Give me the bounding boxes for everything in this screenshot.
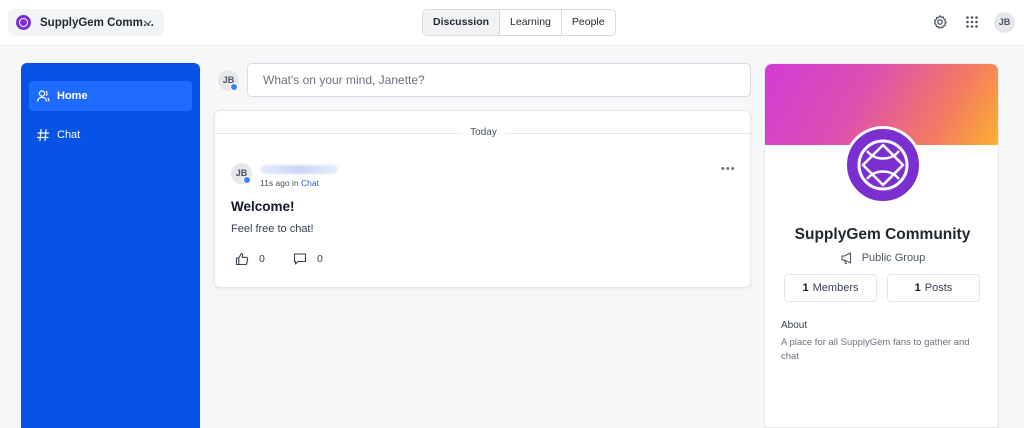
section-tabs: Discussion Learning People [422, 9, 616, 36]
community-logo-icon [16, 15, 31, 30]
like-count: 0 [259, 253, 265, 265]
post-body: Feel free to chat! [231, 223, 314, 235]
post-title: Welcome! [231, 199, 295, 214]
more-options-icon[interactable]: ••• [721, 163, 736, 175]
apps-grid-icon[interactable] [964, 14, 980, 30]
post-in-label: in [292, 178, 299, 188]
posts-label: Posts [924, 282, 953, 294]
composer-avatar: JB [218, 70, 239, 91]
author-name-redacted [260, 165, 338, 174]
posts-stat[interactable]: 1 Posts [887, 274, 980, 302]
post-author-avatar[interactable]: JB [231, 163, 252, 184]
top-bar: SupplyGem Comm… Discussion Learning Peop… [0, 0, 1024, 46]
online-status-dot [230, 83, 238, 91]
feed-card: Today JB 11s ago in Chat ••• Welcome! Fe… [214, 110, 752, 288]
community-logo [844, 126, 922, 204]
gear-icon[interactable] [932, 14, 948, 30]
comment-button[interactable]: 0 [293, 252, 323, 266]
comment-icon [293, 253, 307, 265]
hashtag-icon [36, 128, 50, 142]
members-count: 1 [802, 282, 809, 294]
about-heading: About [781, 320, 808, 331]
date-label-text: Today [462, 127, 505, 138]
post-channel-link[interactable]: Chat [301, 178, 319, 188]
online-status-dot [243, 176, 251, 184]
community-emblem-icon [857, 139, 909, 191]
community-name: SupplyGem Comm… [40, 16, 155, 29]
user-avatar[interactable]: JB [994, 12, 1015, 33]
members-stat[interactable]: 1 Members [784, 274, 877, 302]
post-time: 11s ago [260, 178, 290, 188]
post-meta: 11s ago in Chat [260, 178, 319, 188]
sidebar-item-label: Chat [57, 129, 81, 141]
tab-people[interactable]: People [562, 10, 615, 35]
members-label: Members [812, 282, 859, 294]
thumbs-up-icon [235, 252, 249, 266]
like-button[interactable]: 0 [235, 252, 265, 266]
tab-learning[interactable]: Learning [500, 10, 562, 35]
sidebar-item-label: Home [57, 90, 88, 102]
group-type: Public Group [765, 251, 998, 265]
tab-discussion[interactable]: Discussion [423, 10, 501, 35]
sidebar-item-home[interactable]: Home [29, 81, 192, 111]
sidebar: Home Chat [21, 63, 200, 428]
user-icon [36, 90, 50, 102]
community-title: SupplyGem Community [794, 226, 971, 243]
megaphone-icon [841, 252, 851, 265]
group-type-label: Public Group [861, 252, 926, 264]
community-info-panel: SupplyGem Community Public Group 1 Member… [764, 63, 999, 428]
date-label: Today [215, 127, 752, 138]
chevron-down-icon [143, 20, 152, 25]
posts-count: 1 [914, 282, 921, 294]
post-composer-input[interactable]: What's on your mind, Janette? [247, 63, 751, 97]
comment-count: 0 [317, 253, 323, 265]
community-switcher[interactable]: SupplyGem Comm… [8, 9, 164, 36]
about-text: A place for all SupplyGem fans to gather… [781, 337, 970, 362]
sidebar-item-chat[interactable]: Chat [29, 120, 192, 150]
